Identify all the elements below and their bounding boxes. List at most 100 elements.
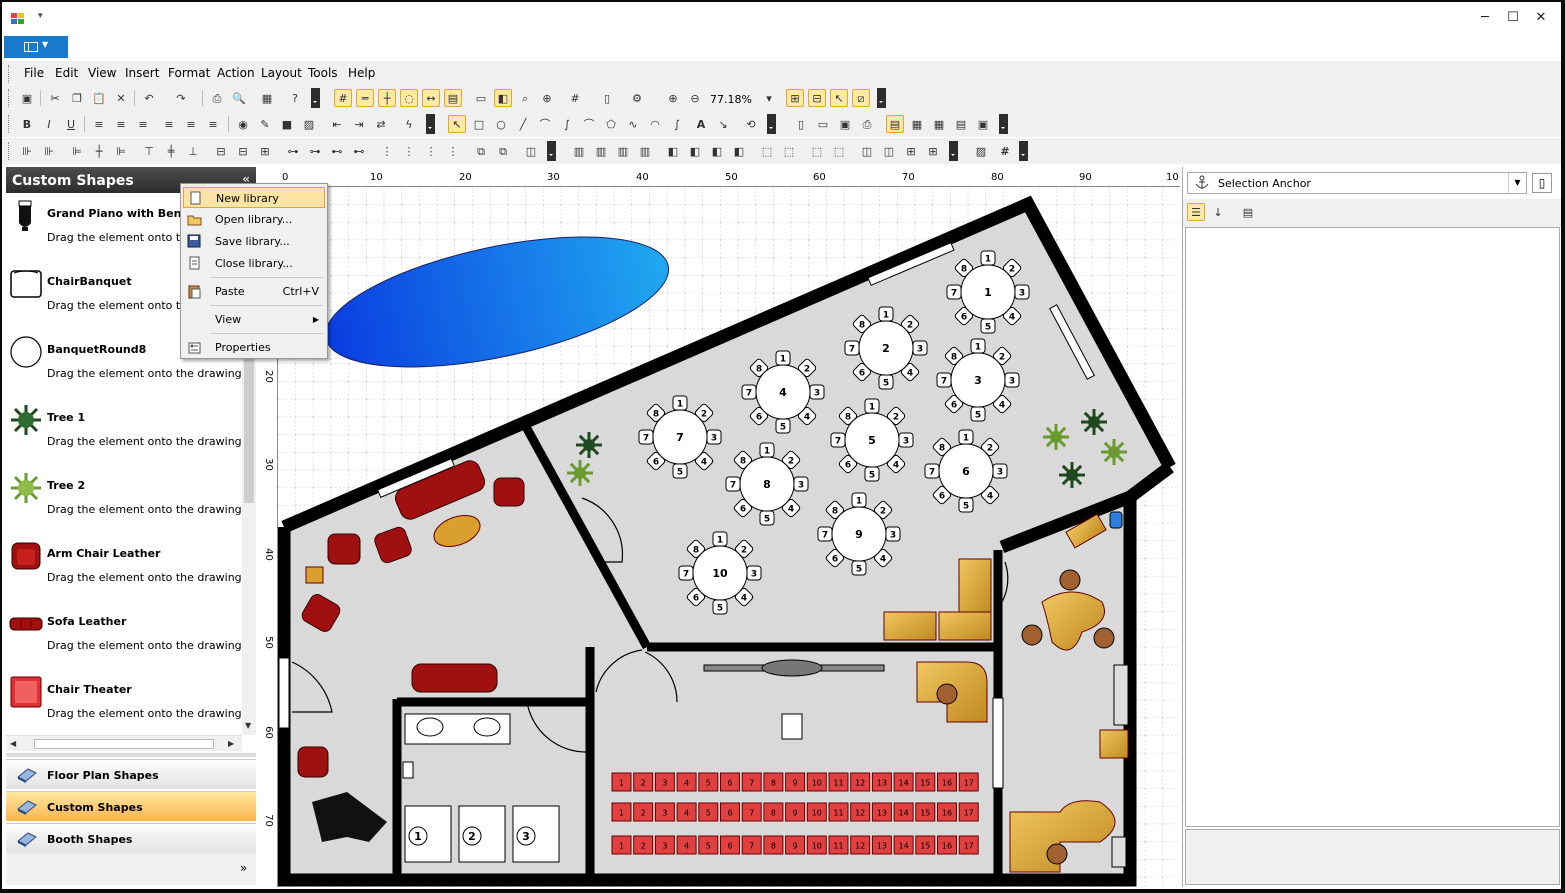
frame-icon[interactable]: ⬚: [758, 142, 776, 160]
banquet-table[interactable]: 1 2 3 4 5 6 7 8 9: [817, 492, 901, 576]
merge-alt-icon[interactable]: ⊞: [924, 142, 942, 160]
banquet-table[interactable]: 1 2 3 4 5 6 7 8 3: [936, 338, 1020, 422]
banquet-table[interactable]: 1 2 3 4 5 6 7 8 7: [638, 395, 722, 479]
banquet-table[interactable]: 1 2 3 4 5 6 7 8 2: [844, 306, 928, 390]
theater-seat[interactable]: 6: [720, 835, 740, 855]
theater-seat[interactable]: 12: [850, 835, 871, 855]
send-back-icon[interactable]: ⧉: [494, 142, 512, 160]
center-horiz-icon[interactable]: ╪: [162, 142, 180, 160]
guides-icon[interactable]: ┼: [378, 89, 396, 107]
layout-five-icon[interactable]: ▣: [974, 115, 992, 133]
delete-icon[interactable]: ✕: [112, 89, 130, 107]
theater-seat[interactable]: 2: [633, 835, 654, 855]
banquet-table[interactable]: 1 2 3 4 5 6 7 8 8: [725, 442, 809, 526]
zoom-dropdown-icon[interactable]: ▾: [760, 89, 778, 107]
panel-splitter[interactable]: [6, 753, 256, 757]
lock-select-icon[interactable]: ◧: [730, 142, 748, 160]
tree-shape[interactable]: [1101, 439, 1127, 465]
tree-shape[interactable]: [1059, 462, 1085, 488]
lock-pos-icon[interactable]: ◧: [664, 142, 682, 160]
space-vert-inc-icon[interactable]: ⋮: [400, 142, 418, 160]
scroll-left-icon[interactable]: ◀: [10, 739, 16, 748]
theater-seat[interactable]: 16: [937, 772, 957, 792]
zoom-window-icon[interactable]: ⌕: [516, 89, 534, 107]
quick-access-dropdown[interactable]: ▾: [38, 11, 43, 21]
layout-two-icon[interactable]: ▦: [908, 115, 926, 133]
property-pages-icon[interactable]: ▤: [1239, 203, 1257, 221]
align-bottoms-icon[interactable]: ⊫: [112, 142, 130, 160]
theater-seat[interactable]: 13: [871, 802, 892, 822]
scroll-down-icon[interactable]: ▼: [245, 721, 251, 730]
theater-seat[interactable]: 15: [915, 835, 936, 855]
more-libraries-button[interactable]: »: [240, 861, 247, 875]
theater-seat[interactable]: 14: [893, 835, 914, 855]
cut-icon[interactable]: ✂: [46, 89, 64, 107]
polygon-tool-icon[interactable]: ⬠: [602, 115, 620, 133]
underline-icon[interactable]: U: [62, 115, 80, 133]
categorized-icon[interactable]: ☰: [1187, 203, 1205, 221]
bring-front-icon[interactable]: ⧉: [472, 142, 490, 160]
text-tool-icon[interactable]: A: [692, 115, 710, 133]
theater-seat[interactable]: 10: [806, 802, 827, 822]
line-color-icon[interactable]: ✎: [256, 115, 274, 133]
space-horiz-inc-icon[interactable]: ⊶: [306, 142, 324, 160]
toolbar-overflow[interactable]: [949, 141, 958, 161]
align-grid-icon[interactable]: ⊞: [786, 89, 804, 107]
curve-tool-icon[interactable]: ∫: [558, 115, 576, 133]
theater-seat[interactable]: 11: [828, 772, 849, 792]
align-lefts-icon[interactable]: ⊪: [18, 142, 36, 160]
align-middles-icon[interactable]: ┼: [90, 142, 108, 160]
pointer-mode-icon[interactable]: ↖: [830, 89, 848, 107]
menu-item-open-library[interactable]: Open library...: [183, 209, 325, 230]
crop-icon[interactable]: ⬚: [808, 142, 826, 160]
open-folder-icon[interactable]: ▭: [814, 115, 832, 133]
object-selector[interactable]: Selection Anchor ▼: [1187, 172, 1527, 194]
lightning-icon[interactable]: ϟ: [400, 115, 418, 133]
route-icon[interactable]: ⇄: [372, 115, 390, 133]
theater-seat[interactable]: 17: [958, 835, 979, 855]
table-icon[interactable]: ⊟: [808, 89, 826, 107]
property-pages-button[interactable]: ▯: [1532, 173, 1552, 193]
menu-file[interactable]: File: [24, 66, 44, 80]
theater-seat[interactable]: 12: [850, 772, 871, 792]
shape-item-chair-theater[interactable]: Chair Theater Drag the element onto the …: [6, 671, 242, 739]
grid-icon[interactable]: #: [334, 89, 352, 107]
save-icon[interactable]: ▣: [18, 89, 36, 107]
property-grid[interactable]: [1185, 227, 1560, 827]
theater-seat[interactable]: 8: [763, 835, 784, 855]
theater-seat[interactable]: 5: [698, 802, 719, 822]
arrow-right-icon[interactable]: ⇥: [350, 115, 368, 133]
magnifier-icon[interactable]: ⊕: [538, 89, 556, 107]
space-horiz-icon[interactable]: ⊶: [284, 142, 302, 160]
menu-item-properties[interactable]: Properties: [183, 337, 325, 358]
snap-icon[interactable]: ◌: [400, 89, 418, 107]
library-booth-shapes[interactable]: Booth Shapes: [6, 823, 256, 853]
tree-shape[interactable]: [1081, 409, 1107, 435]
hash-icon[interactable]: #: [996, 142, 1014, 160]
theater-seat[interactable]: 6: [720, 802, 740, 822]
lock-rotate-icon[interactable]: ◧: [708, 142, 726, 160]
space-vert-icon[interactable]: ⋮: [378, 142, 396, 160]
insert-picture-icon[interactable]: ▨: [972, 142, 990, 160]
frame-alt-icon[interactable]: ⬚: [780, 142, 798, 160]
banquet-table[interactable]: 1 2 3 4 5 6 7 8 4: [741, 350, 825, 434]
shape-item-arm-chair[interactable]: Arm Chair Leather Drag the element onto …: [6, 535, 242, 603]
scroll-right-icon[interactable]: ▶: [228, 739, 234, 748]
toolbar-overflow[interactable]: [426, 114, 435, 134]
shape-item-sofa[interactable]: Sofa Leather Drag the element onto the d…: [6, 603, 242, 671]
zoom-out-icon[interactable]: ⊖: [686, 89, 704, 107]
theater-seat[interactable]: 17: [958, 772, 979, 792]
menu-layout[interactable]: Layout: [261, 66, 302, 80]
theater-seat[interactable]: 14: [893, 802, 914, 822]
theater-seat[interactable]: 7: [741, 802, 762, 822]
new-document-icon[interactable]: ▯: [792, 115, 810, 133]
same-width-icon[interactable]: ⊟: [212, 142, 230, 160]
rotate-left-icon[interactable]: ▥: [614, 142, 632, 160]
toolbar-overflow[interactable]: [1019, 141, 1028, 161]
theater-seat[interactable]: 2: [633, 772, 654, 792]
theater-seat[interactable]: 6: [720, 772, 740, 792]
minimize-button[interactable]: ─: [1470, 10, 1500, 25]
menu-item-paste[interactable]: Paste Ctrl+V: [183, 281, 325, 302]
shape-item-tree-1[interactable]: Tree 1 Drag the element onto the drawing: [6, 399, 242, 467]
space-vert-dec-icon[interactable]: ⋮: [422, 142, 440, 160]
